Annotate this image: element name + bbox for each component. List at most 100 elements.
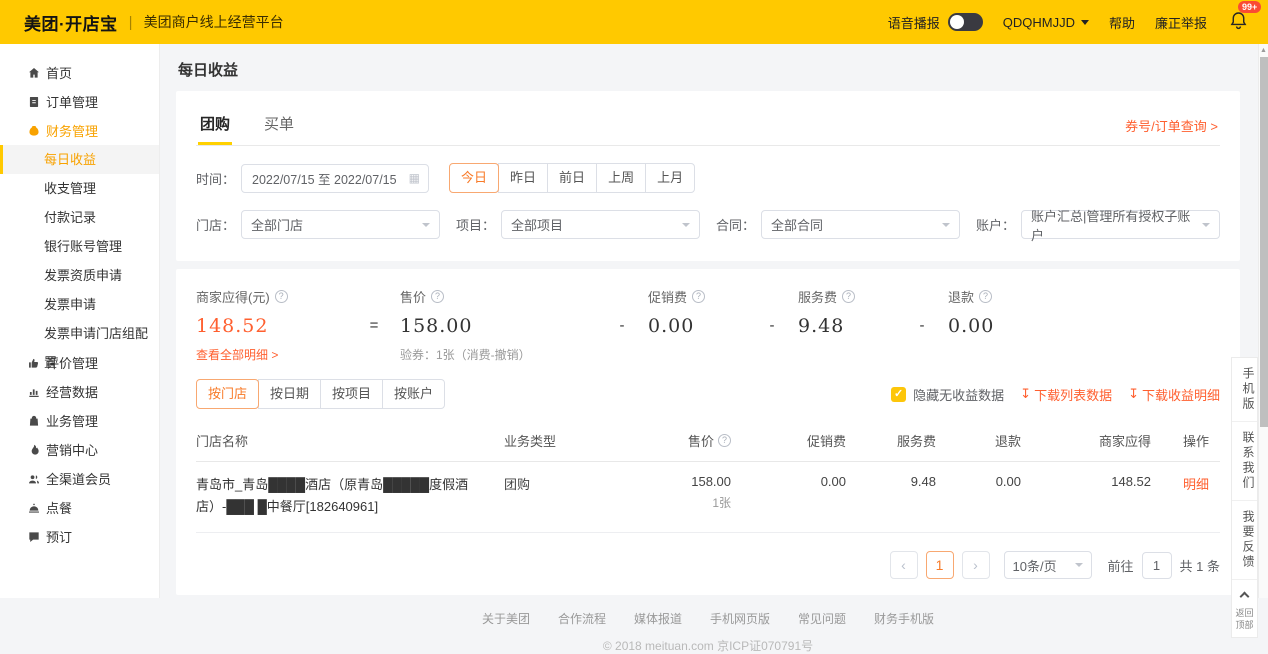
next-page-button[interactable]: › <box>962 551 990 579</box>
prev-page-button[interactable]: ‹ <box>890 551 918 579</box>
sidebar-subitem-invoice-apply[interactable]: 发票申请 <box>0 290 159 319</box>
project-select[interactable]: 全部项目 <box>501 210 700 239</box>
footer: 关于美团 合作流程 媒体报道 手机网页版 常见问题 财务手机版 © 2018 m… <box>176 610 1240 654</box>
back-to-top-button[interactable]: 返回顶部 <box>1232 580 1257 637</box>
scrollbar[interactable]: ▲ <box>1258 44 1268 598</box>
footer-link-media[interactable]: 媒体报道 <box>634 610 682 627</box>
sidebar-item-business-mgmt[interactable]: 业务管理 <box>0 406 159 435</box>
voice-broadcast-label: 语音播报 <box>888 13 940 32</box>
day-before-button[interactable]: 前日 <box>547 163 597 193</box>
view-all-detail-link[interactable]: 查看全部明细 > <box>196 346 348 363</box>
account-menu[interactable]: QDQHMJJD <box>1003 15 1089 30</box>
hide-zero-income-checkbox[interactable]: ✓ 隐藏无收益数据 <box>891 385 1004 404</box>
chevron-down-icon <box>1075 563 1083 567</box>
footer-link-mobile-web[interactable]: 手机网页版 <box>710 610 770 627</box>
username: QDQHMJJD <box>1003 15 1075 30</box>
store-select[interactable]: 全部门店 <box>241 210 440 239</box>
info-icon[interactable]: ? <box>692 290 705 303</box>
chevron-down-icon <box>942 223 950 227</box>
service-cell: 9.48 <box>846 474 936 489</box>
income-summary: 商家应得(元)? 148.52 查看全部明细 > = 售价? 158.00 验券… <box>196 287 1220 363</box>
sidebar-subitem-invoice-qualification[interactable]: 发票资质申请 <box>0 261 159 290</box>
cloche-icon <box>26 500 41 515</box>
detail-link[interactable]: 明细 <box>1151 474 1209 493</box>
sidebar-item-members[interactable]: 全渠道会员 <box>0 464 159 493</box>
calendar-icon: ▦ <box>409 171 420 185</box>
group-by-account-button[interactable]: 按账户 <box>382 379 445 409</box>
table-row: 青岛市_青岛████酒店（原青岛█████度假酒店）-███ █中餐厅[1826… <box>196 462 1220 533</box>
scrollbar-thumb[interactable] <box>1260 57 1268 427</box>
thumbs-up-icon <box>26 355 41 370</box>
last-month-button[interactable]: 上月 <box>645 163 695 193</box>
feedback-tab[interactable]: 我要反馈 <box>1232 501 1257 580</box>
project-label: 项目： <box>456 215 495 234</box>
income-cell: 148.52 <box>1021 474 1151 489</box>
group-by-date-button[interactable]: 按日期 <box>258 379 321 409</box>
today-button[interactable]: 今日 <box>449 163 499 193</box>
price-label: 售价 <box>400 287 426 306</box>
brand-logo: 美团·开店宝 <box>24 10 118 35</box>
sidebar-item-business-data[interactable]: 经营数据 <box>0 377 159 406</box>
filter-card: 团购 买单 券号/订单查询 > 时间： 2022/07/15 至 2022/07… <box>176 91 1240 261</box>
integrity-report-link[interactable]: 廉正举报 <box>1155 13 1207 32</box>
col-promo: 促销费 <box>731 431 846 450</box>
group-by-store-button[interactable]: 按门店 <box>196 379 259 409</box>
income-card: 商家应得(元)? 148.52 查看全部明细 > = 售价? 158.00 验券… <box>176 269 1240 595</box>
merchant-income-label: 商家应得(元) <box>196 287 270 306</box>
sidebar-subitem-payment-records[interactable]: 付款记录 <box>0 203 159 232</box>
footer-link-about[interactable]: 关于美团 <box>482 610 530 627</box>
income-table: 门店名称 业务类型 售价? 促销费 服务费 退款 商家应得 操作 青岛市_青岛█… <box>196 422 1220 533</box>
footer-link-finance-mobile[interactable]: 财务手机版 <box>874 610 934 627</box>
footer-link-faq[interactable]: 常见问题 <box>798 610 846 627</box>
coupon-order-query-link[interactable]: 券号/订单查询 > <box>1125 116 1218 145</box>
yesterday-button[interactable]: 昨日 <box>498 163 548 193</box>
contract-select[interactable]: 全部合同 <box>761 210 960 239</box>
service-fee-value: 9.48 <box>798 315 896 337</box>
sidebar: 首页 订单管理 财务管理 每日收益 收支管理 付款记录 银行账号管理 发票资质申… <box>0 44 160 598</box>
download-list-link[interactable]: ↧ 下载列表数据 <box>1020 385 1112 404</box>
sidebar-subitem-bank-accounts[interactable]: 银行账号管理 <box>0 232 159 261</box>
account-select[interactable]: 账户汇总|管理所有授权子账户 <box>1021 210 1220 239</box>
last-week-button[interactable]: 上周 <box>596 163 646 193</box>
notification-bell[interactable]: 99+ <box>1229 11 1248 33</box>
sidebar-item-finance[interactable]: 财务管理 <box>0 116 159 145</box>
info-icon[interactable]: ? <box>979 290 992 303</box>
sidebar-subitem-income-expense[interactable]: 收支管理 <box>0 174 159 203</box>
info-icon[interactable]: ? <box>431 290 444 303</box>
voice-toggle[interactable] <box>948 13 983 31</box>
scroll-up-arrow[interactable]: ▲ <box>1259 44 1268 54</box>
promo-cell: 0.00 <box>731 474 846 489</box>
info-icon[interactable]: ? <box>275 290 288 303</box>
goto-page-input[interactable] <box>1142 552 1172 579</box>
contact-us-tab[interactable]: 联系我们 <box>1232 422 1257 501</box>
minus-sign: - <box>896 317 948 334</box>
tab-pay-bill[interactable]: 买单 <box>262 109 296 145</box>
date-range-picker[interactable]: 2022/07/15 至 2022/07/15 ▦ <box>241 164 429 193</box>
goto-label: 前往 <box>1108 556 1134 575</box>
sidebar-subitem-invoice-store-group[interactable]: 发票申请门店组配置 <box>0 319 159 348</box>
group-by-project-button[interactable]: 按项目 <box>320 379 383 409</box>
info-icon[interactable]: ? <box>842 290 855 303</box>
sidebar-item-booking[interactable]: 预订 <box>0 522 159 551</box>
current-page-button[interactable]: 1 <box>926 551 954 579</box>
sidebar-item-ordering[interactable]: 点餐 <box>0 493 159 522</box>
help-link[interactable]: 帮助 <box>1109 13 1135 32</box>
download-detail-link[interactable]: ↧ 下载收益明细 <box>1128 385 1220 404</box>
price-value: 158.00 <box>400 315 596 337</box>
mobile-version-tab[interactable]: 手机版 <box>1232 358 1257 422</box>
copyright: © 2018 meituan.com 京ICP证070791号 <box>176 637 1240 654</box>
tab-group-buy[interactable]: 团购 <box>198 109 232 145</box>
time-filter-row: 时间： 2022/07/15 至 2022/07/15 ▦ 今日 昨日 前日 上… <box>196 163 1220 193</box>
sidebar-item-marketing[interactable]: 营销中心 <box>0 435 159 464</box>
page-size-select[interactable]: 10条/页 <box>1004 551 1092 579</box>
equals-sign: = <box>348 317 400 334</box>
footer-link-cooperation[interactable]: 合作流程 <box>558 610 606 627</box>
sidebar-item-reviews[interactable]: 评价管理 <box>0 348 159 377</box>
info-icon[interactable]: ? <box>718 434 731 447</box>
sidebar-item-orders[interactable]: 订单管理 <box>0 87 159 116</box>
chevron-up-icon <box>1240 592 1250 602</box>
sidebar-subitem-daily-income[interactable]: 每日收益 <box>0 145 159 174</box>
col-biz-type: 业务类型 <box>496 431 626 450</box>
sidebar-item-home[interactable]: 首页 <box>0 58 159 87</box>
tab-bar: 团购 买单 券号/订单查询 > <box>196 105 1220 146</box>
